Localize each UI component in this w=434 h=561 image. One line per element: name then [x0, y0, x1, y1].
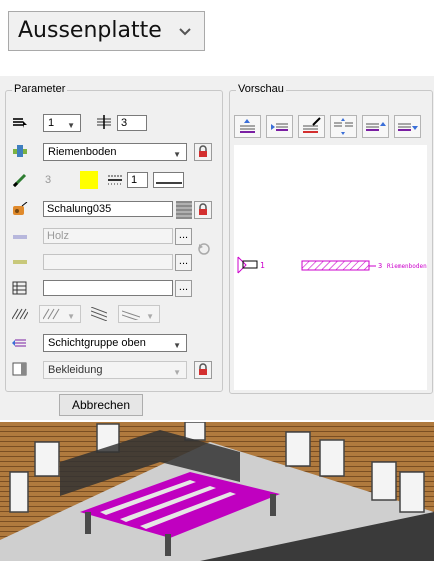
surface-icon — [13, 202, 28, 215]
hatch-browse-button[interactable]: ... — [175, 228, 192, 245]
preview-right-text: Riemenboden — [387, 263, 427, 270]
preview-right-label: 3 — [378, 262, 383, 270]
fill-browse-button[interactable]: ... — [175, 280, 192, 297]
layer-number-value: 1 — [48, 117, 55, 129]
hatch-pattern-icon-2 — [91, 307, 107, 321]
chevron-down-icon: ▼ — [173, 150, 181, 159]
layer-group-select[interactable]: Schichtgruppe oben ▼ — [43, 334, 187, 352]
surface-lock-button[interactable] — [194, 201, 212, 219]
parameter-legend: Parameter — [12, 83, 68, 95]
spacing-icon — [97, 115, 111, 129]
insert-layer-icon — [271, 123, 288, 131]
chevron-down-icon — [179, 28, 191, 36]
layer-right-down-icon — [398, 123, 418, 131]
material-select[interactable]: Riemenboden ▼ — [43, 143, 187, 161]
layer-group-icon — [12, 339, 26, 347]
lock-icon — [199, 145, 207, 157]
layer-up-icon — [240, 119, 255, 133]
surface-input[interactable]: Schalung035 — [43, 201, 173, 217]
start-marker-icon — [237, 256, 247, 274]
material-lock-button[interactable] — [194, 143, 212, 161]
lock-icon — [199, 203, 207, 215]
chevron-down-icon: ▼ — [173, 341, 181, 350]
move-layer-up-button[interactable] — [234, 115, 261, 138]
chevron-down-icon: ▼ — [67, 312, 75, 321]
cladding-lock-button[interactable] — [194, 361, 212, 379]
color-swatch[interactable] — [80, 171, 98, 189]
material-icon — [13, 145, 27, 157]
cladding-select[interactable]: Bekleidung ▼ — [43, 361, 187, 379]
hatch-sample-icon — [43, 308, 60, 320]
pattern-browse-button[interactable]: ... — [175, 254, 192, 271]
layer-group-value: Schichtgruppe oben — [48, 337, 146, 349]
move-right-down-button[interactable] — [394, 115, 421, 138]
edit-layer-icon — [303, 117, 321, 133]
cancel-button[interactable]: Abbrechen — [59, 394, 143, 416]
line-sample-icon — [156, 182, 182, 184]
line-pattern-icon — [108, 175, 122, 185]
lock-icon — [199, 363, 207, 375]
preview-left-label: 1 — [260, 261, 265, 270]
3d-building-render — [0, 422, 434, 561]
parameter-group: Parameter 1 ▼ 3 Riemenboden ▼ 3 1 Schalu… — [5, 83, 223, 392]
hatch-pattern-select-2[interactable]: ▼ — [118, 305, 160, 323]
edit-layer-button[interactable] — [298, 115, 325, 138]
surface-preview-swatch — [176, 201, 192, 219]
chevron-down-icon: ▼ — [67, 121, 75, 130]
hatch-input[interactable]: Holz — [43, 228, 173, 244]
layer-hatch-bar — [301, 260, 370, 271]
line-type-selector[interactable] — [153, 172, 184, 188]
layer-preview-canvas: 1 3 Riemenboden — [234, 145, 427, 390]
reset-icon[interactable] — [196, 241, 212, 257]
pattern-icon — [13, 260, 27, 264]
hatch-icon — [13, 235, 27, 239]
pen-icon — [12, 173, 27, 187]
color-index-value: 3 — [45, 174, 52, 186]
cladding-value: Bekleidung — [48, 364, 103, 376]
line-weight-input[interactable]: 1 — [127, 172, 148, 188]
hatch-pattern-select-1[interactable]: ▼ — [39, 305, 81, 323]
layer-right-up-icon — [366, 122, 386, 131]
material-select-value: Riemenboden — [48, 146, 117, 158]
layer-number-select[interactable]: 1 ▼ — [43, 114, 81, 132]
component-type-value: Aussenplatte — [18, 18, 162, 43]
preview-legend: Vorschau — [236, 83, 286, 95]
pattern-input[interactable] — [43, 254, 173, 270]
layer-properties-dialog: Parameter 1 ▼ 3 Riemenboden ▼ 3 1 Schalu… — [0, 76, 434, 420]
insert-layer-button[interactable] — [266, 115, 293, 138]
spacing-input[interactable]: 3 — [117, 115, 147, 131]
hatch-sample-icon — [122, 310, 140, 320]
hatch-pattern-icon — [12, 308, 28, 320]
swap-layers-icon — [334, 118, 353, 135]
chevron-down-icon: ▼ — [173, 368, 181, 377]
fill-icon — [12, 281, 27, 295]
fill-input[interactable] — [43, 280, 173, 296]
chevron-down-icon: ▼ — [146, 312, 154, 321]
component-type-dropdown[interactable]: Aussenplatte — [8, 11, 205, 51]
layer-number-icon — [13, 118, 27, 128]
cladding-icon — [12, 362, 27, 376]
move-right-up-button[interactable] — [362, 115, 389, 138]
preview-group: Vorschau 1 3 Riemenboden — [229, 83, 433, 394]
swap-layers-button[interactable] — [330, 115, 357, 138]
